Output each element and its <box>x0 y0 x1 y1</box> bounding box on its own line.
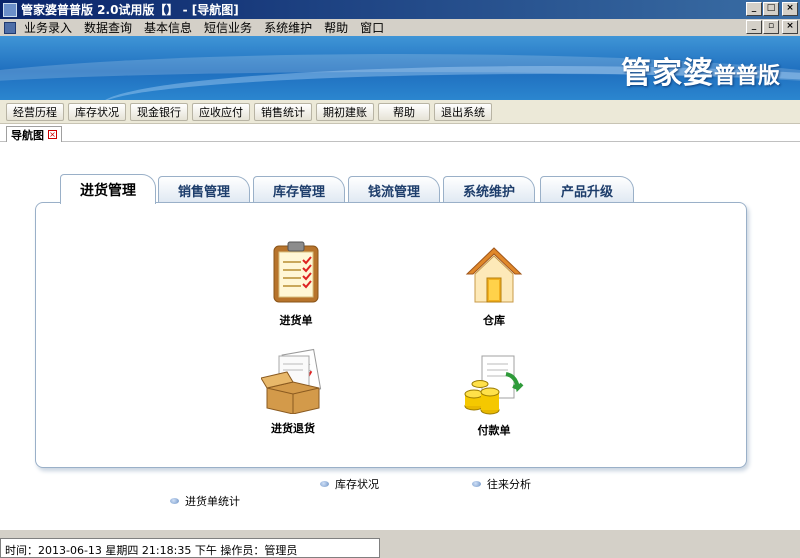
link-inventory-status[interactable]: 库存状况 <box>320 476 379 492</box>
toolbar-opening-accounts[interactable]: 期初建账 <box>316 102 374 121</box>
tab-system-maintenance[interactable]: 系统维护 <box>443 176 535 203</box>
window-title: 管家婆普普版 2.0试用版【】 - [导航图] <box>21 3 239 17</box>
warehouse-icon <box>465 247 523 303</box>
warehouse-label: 仓库 <box>483 314 505 327</box>
menu-sms[interactable]: 短信业务 <box>198 19 258 36</box>
quick-toolbar: 经营历程 库存状况 现金银行 应收应付 销售统计 期初建账 帮助 退出系统 <box>0 100 800 124</box>
payment-order-label: 付款单 <box>477 424 511 437</box>
menu-help[interactable]: 帮助 <box>318 19 354 36</box>
module-panel <box>35 202 747 468</box>
bullet-icon <box>472 481 481 487</box>
menu-business-entry[interactable]: 业务录入 <box>18 19 78 36</box>
purchase-return-item[interactable]: 进货退货 <box>243 348 343 436</box>
warehouse-item[interactable]: 仓库 <box>444 244 544 328</box>
status-bar: 时间：2013-06-13 星期四 21:18:35 下午 操作员：管理员 <box>0 529 800 558</box>
link-inventory-status-label: 库存状况 <box>335 478 379 491</box>
toolbar-cash-bank[interactable]: 现金银行 <box>130 102 188 121</box>
tab-money-flow[interactable]: 钱流管理 <box>348 176 440 203</box>
purchase-order-label: 进货单 <box>279 314 313 327</box>
tab-sales[interactable]: 销售管理 <box>158 176 250 203</box>
bullet-icon <box>170 498 179 504</box>
return-box-icon <box>261 348 322 414</box>
maximize-button[interactable]: □ <box>763 2 779 16</box>
child-minimize-button[interactable]: _ <box>746 20 762 34</box>
window-titlebar[interactable]: 管家婆普普版 2.0试用版【】 - [导航图] _ □ × <box>0 0 800 19</box>
menu-window[interactable]: 窗口 <box>354 19 390 36</box>
clipboard-icon <box>273 241 319 303</box>
brand-logo: 管家婆普普版 <box>621 48 780 92</box>
close-tab-icon[interactable]: × <box>48 130 57 139</box>
toolbar-business-history[interactable]: 经营历程 <box>6 102 64 121</box>
link-account-analysis[interactable]: 往来分析 <box>472 476 531 492</box>
menu-data-query[interactable]: 数据查询 <box>78 19 138 36</box>
page-tab-bar: 导航图 × <box>0 124 800 142</box>
menu-bar: 业务录入 数据查询 基本信息 短信业务 系统维护 帮助 窗口 _ ▫ × <box>0 19 800 36</box>
brand-main: 管家婆 <box>620 56 714 91</box>
brand-banner: 管家婆普普版 <box>0 36 800 100</box>
tab-product-upgrade[interactable]: 产品升级 <box>540 176 634 203</box>
toolbar-help[interactable]: 帮助 <box>378 102 430 121</box>
payment-coins-icon <box>464 355 524 415</box>
close-button[interactable]: × <box>782 2 798 16</box>
child-close-button[interactable]: × <box>782 20 798 34</box>
toolbar-sales-stats[interactable]: 销售统计 <box>254 102 312 121</box>
toolbar-receivable-payable[interactable]: 应收应付 <box>192 102 250 121</box>
menu-system[interactable]: 系统维护 <box>258 19 318 36</box>
status-text: 时间：2013-06-13 星期四 21:18:35 下午 操作员：管理员 <box>0 538 380 558</box>
link-purchase-stats[interactable]: 进货单统计 <box>170 493 240 509</box>
link-purchase-stats-label: 进货单统计 <box>185 495 240 508</box>
brand-sub: 普普版 <box>713 64 780 89</box>
payment-order-item[interactable]: 付款单 <box>444 354 544 438</box>
app-icon <box>3 2 17 17</box>
mdi-document-icon[interactable] <box>4 21 16 34</box>
tab-inventory[interactable]: 库存管理 <box>253 176 345 203</box>
child-restore-button[interactable]: ▫ <box>763 20 779 34</box>
bullet-icon <box>320 481 329 487</box>
tab-navigation-map-label: 导航图 <box>11 128 44 142</box>
tab-purchase[interactable]: 进货管理 <box>60 174 156 204</box>
tab-navigation-map[interactable]: 导航图 × <box>6 126 62 142</box>
purchase-return-label: 进货退货 <box>271 422 315 435</box>
toolbar-inventory-status[interactable]: 库存状况 <box>68 102 126 121</box>
minimize-button[interactable]: _ <box>746 2 762 16</box>
purchase-order-item[interactable]: 进货单 <box>246 240 346 328</box>
menu-basic-info[interactable]: 基本信息 <box>138 19 198 36</box>
toolbar-exit[interactable]: 退出系统 <box>434 102 492 121</box>
link-account-analysis-label: 往来分析 <box>487 478 531 491</box>
